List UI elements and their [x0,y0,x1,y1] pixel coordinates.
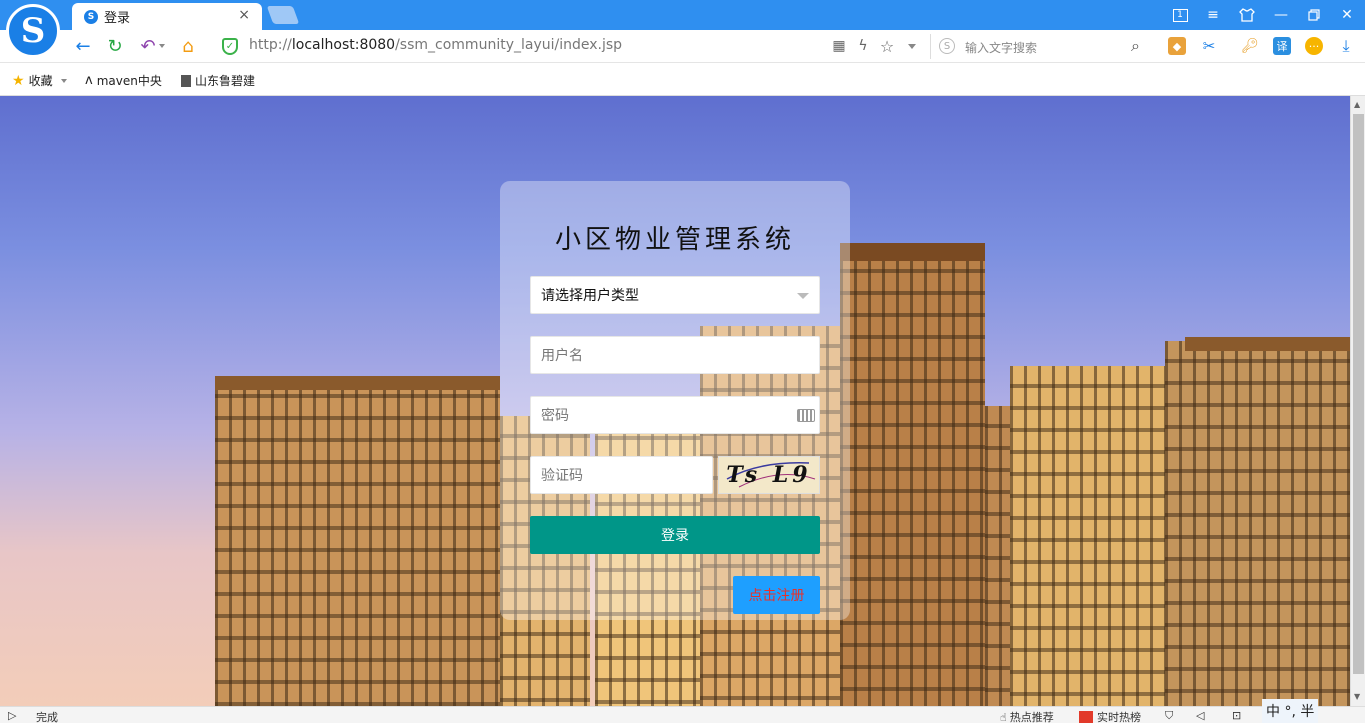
undo-icon[interactable]: ↶ [137,35,159,57]
tab-count-icon[interactable]: 1 [1165,5,1195,25]
maximize-icon[interactable] [1299,5,1329,25]
status-bar: ▷ 完成 ☝ 热点推荐 实时热榜 ⛉ ◁ ⊡ 中 °, 半 [0,699,1365,723]
hot-recommend-label: 热点推荐 [1009,711,1054,723]
background-building [215,376,500,706]
undo-dropdown-icon[interactable] [159,44,165,48]
background-building-roof [215,376,500,390]
play-icon[interactable]: ▷ [8,709,16,722]
scroll-down-icon[interactable]: ▼ [1354,692,1360,701]
chevron-down-icon [60,78,67,83]
username-placeholder: 用户名 [541,347,583,363]
bookmark-label: 收藏 [28,74,53,88]
menu-icon[interactable]: ≡ [1198,5,1228,25]
qrcode-icon[interactable]: ▦ [828,35,850,57]
search-box[interactable]: S 输入文字搜索 ⌕ [930,34,1152,59]
bookmark-label: 山东鲁碧建 [195,74,256,88]
login-card: 小区物业管理系统 请选择用户类型 用户名 密码 验证码 Ts L9 登录 点击注… [500,181,850,620]
search-icon[interactable]: ⌕ [1131,36,1140,56]
scroll-up-icon[interactable]: ▲ [1354,100,1360,109]
username-input[interactable]: 用户名 [530,336,820,374]
scissors-icon[interactable]: ✂ [1200,37,1218,55]
hot-recommend[interactable]: ☝ 热点推荐 [1000,709,1054,723]
sogou-browser-logo[interactable]: S [6,4,60,58]
close-tab-icon[interactable]: × [238,7,250,23]
download-icon[interactable]: ⤓ [1337,36,1355,55]
scrollbar-thumb[interactable] [1353,114,1364,674]
tab-title: 登录 [104,11,131,26]
realtime-hot-label: 实时热榜 [1097,711,1141,723]
back-icon[interactable]: ← [72,35,94,57]
password-placeholder: 密码 [541,407,569,423]
bookmark-maven[interactable]: ᴧ maven中央 [85,72,162,89]
bookmark-shandong[interactable]: 山东鲁碧建 [181,72,255,89]
translate-icon[interactable]: 译 [1273,37,1291,55]
captcha-image[interactable]: Ts L9 [718,456,820,494]
captcha-placeholder: 验证码 [541,467,583,483]
user-type-select[interactable]: 请选择用户类型 [530,276,820,314]
background-building-roof [1185,337,1350,351]
lock-icon[interactable]: ⊡ [1232,709,1241,722]
background-building [1165,341,1350,706]
more-icon[interactable]: ··· [1305,37,1323,55]
captcha-input[interactable]: 验证码 [530,456,713,494]
browser-favicon-icon: S [84,9,98,24]
favorite-star-icon[interactable]: ☆ [876,35,898,57]
realtime-hot[interactable]: 实时热榜 [1079,709,1141,723]
page-scrollbar[interactable]: ▲ ▼ [1350,96,1365,706]
security-shield-icon[interactable]: ✓ [222,38,238,55]
maven-icon: ᴧ [85,73,93,88]
close-window-icon[interactable]: ✕ [1332,5,1362,25]
background-building-roof [840,243,985,261]
search-input[interactable]: 输入文字搜索 [965,39,1037,56]
bookmarks-bar: ★ 收藏 ᴧ maven中央 山东鲁碧建 [0,63,1365,96]
password-input[interactable]: 密码 [530,396,820,434]
document-icon [181,74,191,87]
refresh-icon[interactable]: ↻ [104,35,126,57]
key-icon[interactable]: 🔑︎ [1241,37,1259,55]
minimize-icon[interactable]: — [1266,5,1296,25]
volume-icon[interactable]: ◁ [1196,709,1204,722]
url-dropdown-icon[interactable] [908,44,916,49]
status-text: 完成 [36,711,58,723]
background-building [1010,366,1165,706]
skin-icon[interactable] [1232,5,1262,25]
register-button[interactable]: 点击注册 [733,576,820,614]
lightning-icon[interactable]: ϟ [852,35,874,57]
browser-tabstrip: S 登录 × 1 ≡ — ✕ [0,0,1365,30]
bookmark-favorites[interactable]: ★ 收藏 [12,72,67,89]
extension-download-icon[interactable]: ◆ [1168,37,1186,55]
keyboard-icon[interactable] [797,409,815,422]
tab-login[interactable]: S 登录 × [72,3,262,30]
bookmark-label: maven中央 [96,74,162,88]
home-icon[interactable]: ⌂ [177,35,199,57]
ime-indicator[interactable]: 中 °, 半 [1262,699,1319,723]
user-type-select-value: 请选择用户类型 [541,287,639,303]
chart-icon [1079,711,1093,723]
login-button[interactable]: 登录 [530,516,820,554]
shield-status-icon[interactable]: ⛉ [1165,709,1173,723]
search-engine-icon[interactable]: S [939,38,955,54]
address-bar: ← ↻ ↶ ⌂ ✓ http://localhost:8080/ssm_comm… [0,30,1365,63]
background-building [840,251,985,706]
page-title: 小区物业管理系统 [554,225,795,255]
url-field[interactable]: http://localhost:8080/ssm_community_layu… [249,37,622,53]
star-icon: ★ [12,72,25,89]
chevron-down-icon [797,293,809,299]
captcha-text: Ts L9 [726,462,812,488]
new-tab-button[interactable] [266,6,300,24]
hand-icon: ☝ [1000,710,1007,723]
